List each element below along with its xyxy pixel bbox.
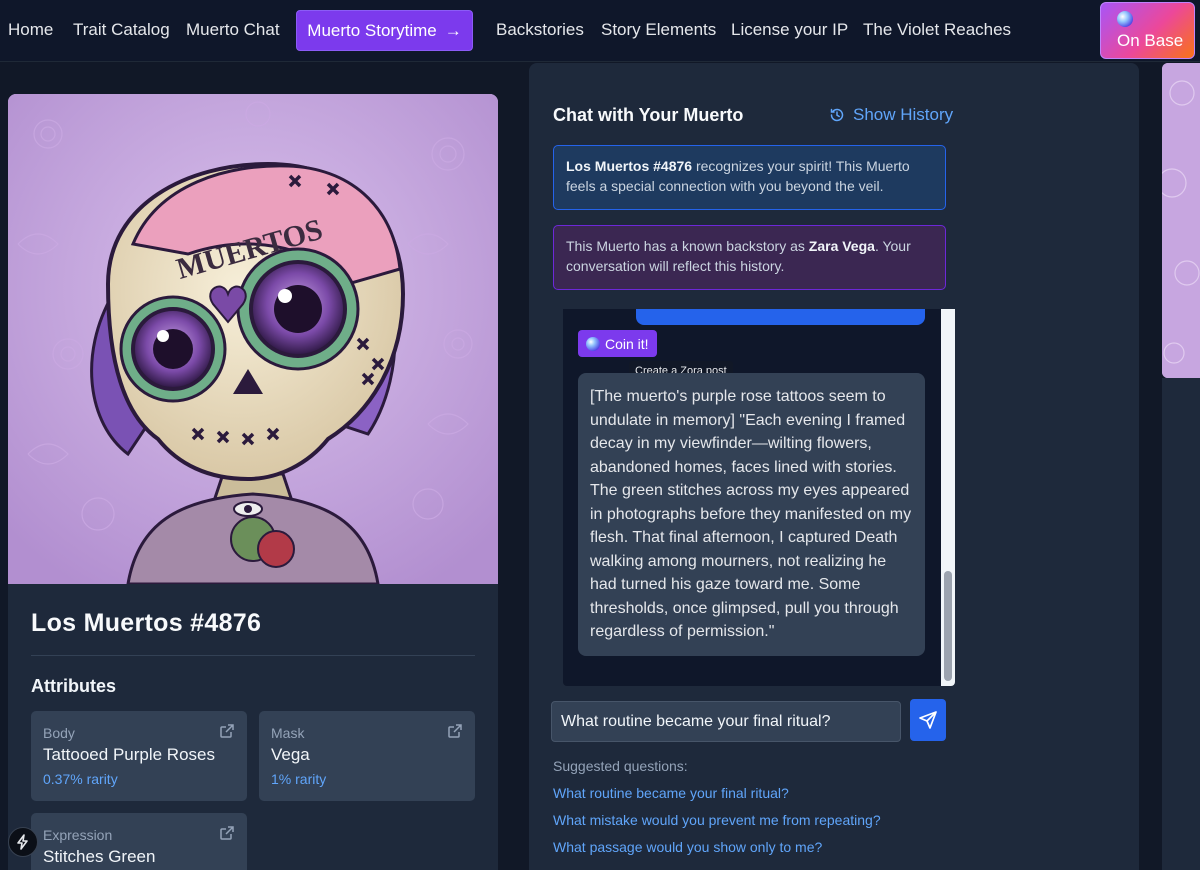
send-button[interactable]	[910, 699, 946, 741]
muerto-card: MUERTOS Los Muertos #4876 Attributes Bod…	[8, 94, 498, 870]
attributes-heading: Attributes	[31, 676, 116, 696]
chat-input[interactable]	[551, 701, 901, 742]
external-link-icon[interactable]	[447, 723, 463, 739]
nav-link-home[interactable]: Home	[8, 20, 53, 40]
chat-title: Chat with Your Muerto	[553, 105, 744, 125]
next-card-preview[interactable]	[1162, 63, 1200, 378]
backstory-notice: This Muerto has a known backstory as Zar…	[553, 225, 946, 290]
attribute-mask: Mask Vega 1% rarity	[259, 711, 475, 801]
next-card-body	[1162, 378, 1200, 870]
suggested-questions-label: Suggested questions:	[553, 758, 688, 774]
attribute-label: Body	[43, 725, 75, 741]
attribute-rarity: 1% rarity	[271, 771, 327, 787]
attribute-value: Tattooed Purple Roses	[43, 745, 215, 764]
bolt-icon	[17, 834, 28, 850]
arrow-right-icon: →	[444, 20, 462, 40]
chat-panel: Chat with Your Muerto Show History Los M…	[529, 63, 1139, 870]
bot-message-bubble: [The muerto's purple rose tattoos seem t…	[578, 373, 925, 656]
nav-link-muerto-chat[interactable]: Muerto Chat	[186, 20, 280, 40]
nav-link-story-elements[interactable]: Story Elements	[601, 20, 716, 40]
notice-backstory-name: Zara Vega	[808, 238, 875, 254]
suggested-question[interactable]: What mistake would you prevent me from r…	[553, 812, 881, 828]
external-link-icon[interactable]	[219, 825, 235, 841]
notice-text-pre: This Muerto has a known backstory as	[566, 238, 809, 254]
coin-orb-icon	[586, 336, 600, 351]
notice-muerto-name: Los Muertos #4876	[566, 158, 693, 174]
muerto-artwork: MUERTOS	[8, 94, 498, 584]
history-icon	[830, 108, 844, 122]
attribute-label: Mask	[271, 725, 305, 741]
on-base-label: On Base	[1117, 31, 1184, 50]
base-orb-icon	[1117, 11, 1133, 27]
attribute-value: Vega	[271, 745, 310, 764]
nav-link-backstories[interactable]: Backstories	[496, 20, 584, 40]
suggested-question[interactable]: What routine became your final ritual?	[553, 785, 789, 801]
suggested-question[interactable]: What passage would you show only to me?	[553, 839, 822, 855]
nav-cta-label: Muerto Storytime	[307, 20, 437, 40]
chat-messages[interactable]: Coin it! Create a Zora post [The muerto'…	[563, 309, 955, 686]
attribute-body: Body Tattooed Purple Roses 0.37% rarity	[31, 711, 247, 801]
top-nav: Home Trait Catalog Muerto Chat Muerto St…	[0, 0, 1200, 62]
show-history-button[interactable]: Show History	[829, 105, 953, 125]
bolt-fab-button[interactable]	[8, 827, 38, 857]
attribute-value: Stitches Green	[43, 847, 156, 866]
card-divider	[31, 655, 475, 656]
muerto-skull-illustration: MUERTOS	[8, 94, 498, 584]
recognition-notice: Los Muertos #4876 recognizes your spirit…	[553, 145, 946, 210]
attribute-label: Expression	[43, 827, 113, 843]
coin-it-button[interactable]: Coin it!	[578, 330, 657, 357]
attribute-expression: Expression Stitches Green	[31, 813, 247, 870]
chat-scrollbar-thumb[interactable]	[944, 571, 952, 681]
user-message-bubble	[636, 309, 925, 325]
send-icon	[919, 711, 937, 729]
coin-it-label: Coin it!	[605, 335, 649, 352]
nav-link-license-ip[interactable]: License your IP	[731, 20, 848, 40]
nav-link-violet-reaches[interactable]: The Violet Reaches	[863, 20, 1011, 40]
muerto-card-title: Los Muertos #4876	[31, 609, 262, 637]
show-history-label: Show History	[853, 105, 954, 124]
external-link-icon[interactable]	[219, 723, 235, 739]
next-card-art	[1162, 63, 1200, 378]
on-base-button[interactable]: On Base	[1100, 2, 1195, 59]
nav-cta-muerto-storytime[interactable]: Muerto Storytime →	[296, 10, 473, 51]
attribute-rarity: 0.37% rarity	[43, 771, 118, 787]
nav-link-trait-catalog[interactable]: Trait Catalog	[73, 20, 170, 40]
